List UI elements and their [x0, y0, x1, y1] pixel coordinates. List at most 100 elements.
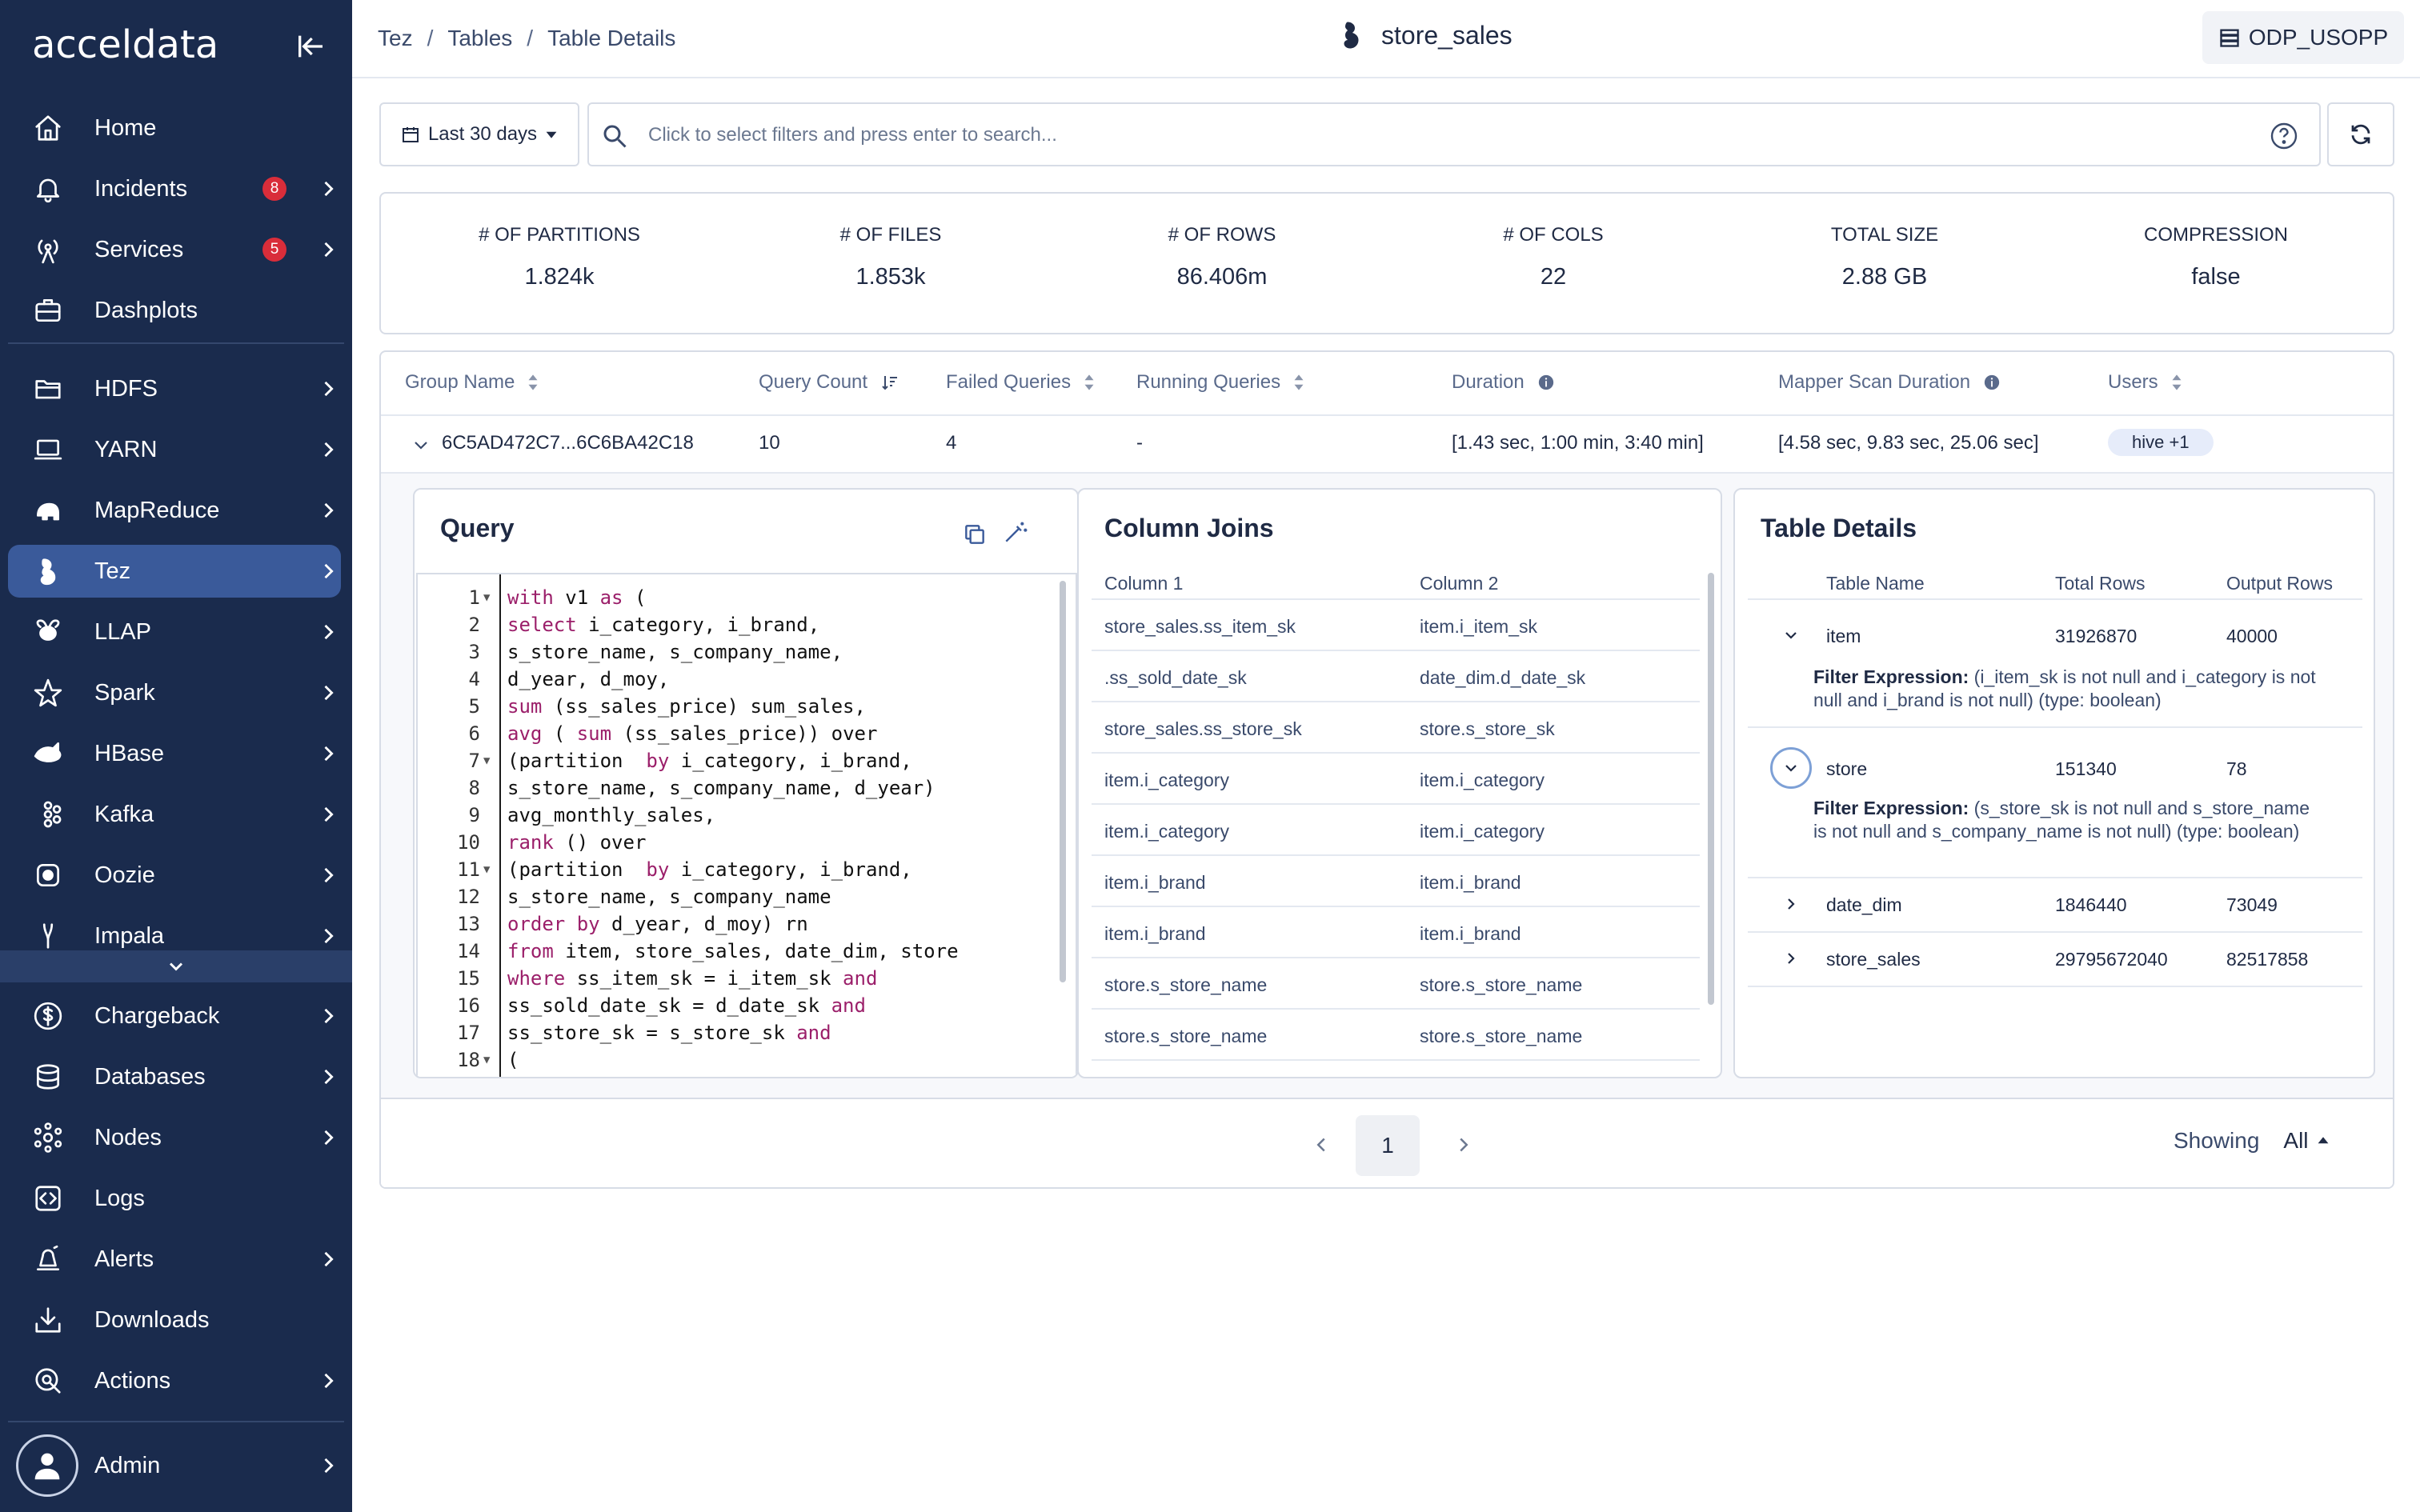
page-size-selector[interactable]: Showing All — [2174, 1128, 2330, 1154]
fold-caret-icon[interactable]: ▼ — [483, 856, 490, 883]
next-page-icon[interactable] — [1452, 1133, 1476, 1157]
sidebar-item-hbase[interactable]: HBase — [8, 727, 341, 780]
sidebar-item-logs[interactable]: Logs — [8, 1172, 341, 1225]
chevron-right-icon[interactable] — [317, 925, 339, 947]
avatar[interactable] — [16, 1434, 78, 1497]
header-failed-queries[interactable]: Failed Queries — [946, 371, 1095, 394]
fold-caret-icon[interactable]: ▼ — [483, 1046, 490, 1074]
breadcrumb-tables[interactable]: Tables — [447, 26, 512, 51]
sidebar-item-nodes[interactable]: Nodes — [8, 1111, 341, 1164]
chevron-right-icon[interactable] — [1781, 949, 1801, 968]
refresh-button[interactable] — [2327, 102, 2394, 166]
group-name-cell[interactable]: 6C5AD472C7...6C6BA42C18 — [442, 432, 694, 454]
info-icon[interactable] — [1537, 374, 1555, 391]
table-row[interactable]: store_sales 29795672040 82517858 — [1748, 933, 2362, 987]
table-row[interactable]: date_dim 1846440 73049 — [1748, 878, 2362, 933]
sidebar-item-label: Logs — [94, 1185, 145, 1211]
chevron-right-icon[interactable] — [317, 1066, 339, 1088]
code-token: by — [646, 750, 670, 772]
header-users[interactable]: Users — [2108, 371, 2182, 394]
header-running-queries[interactable]: Running Queries — [1136, 371, 1304, 394]
sort-icon[interactable] — [1293, 374, 1304, 391]
sidebar-item-llap[interactable]: LLAP — [8, 606, 341, 658]
sidebar-item-alerts[interactable]: Alerts — [8, 1233, 341, 1286]
date-range-dropdown[interactable]: Last 30 days — [379, 102, 579, 166]
sort-icon[interactable] — [2171, 374, 2182, 391]
fold-caret-icon[interactable]: ▼ — [483, 747, 490, 774]
code-line: 18 ▼ ( — [418, 1046, 1074, 1074]
sidebar-item-databases[interactable]: Databases — [8, 1050, 341, 1103]
table-row[interactable]: item 31926870 40000 Filter Expression: (i… — [1748, 600, 2362, 728]
page-size-value[interactable]: All — [2283, 1128, 2329, 1154]
sidebar-item-chargeback[interactable]: Chargeback — [8, 990, 341, 1042]
page-title-text: store_sales — [1381, 20, 1512, 50]
search-input[interactable] — [648, 115, 2169, 155]
sidebar-item-mapreduce[interactable]: MapReduce — [8, 484, 341, 537]
chevron-right-icon[interactable] — [317, 238, 339, 261]
header-query-count[interactable]: Query Count — [759, 371, 899, 394]
chevron-right-icon[interactable] — [317, 1248, 339, 1270]
chevron-right-icon[interactable] — [1781, 894, 1801, 914]
chevron-right-icon[interactable] — [317, 438, 339, 461]
info-icon[interactable] — [1983, 374, 2001, 391]
code-token: (ss_sales_price) sum_sales, — [553, 695, 866, 718]
chevron-down-icon[interactable] — [165, 955, 187, 978]
sidebar-item-downloads[interactable]: Downloads — [8, 1294, 341, 1346]
chevron-right-icon[interactable] — [317, 803, 339, 826]
fold-caret-icon[interactable]: ▼ — [483, 584, 490, 611]
sidebar-item-home[interactable]: Home — [8, 102, 341, 154]
sort-icon[interactable] — [527, 374, 539, 391]
sidebar-item-kafka[interactable]: Kafka — [8, 788, 341, 841]
joins-scrollbar[interactable] — [1708, 573, 1714, 1005]
header-group-name[interactable]: Group Name — [405, 371, 539, 394]
chevron-right-icon[interactable] — [317, 1005, 339, 1027]
sort-icon[interactable] — [1084, 374, 1095, 391]
sidebar-item-dashplots[interactable]: Dashplots — [8, 284, 341, 337]
sidebar-item-spark[interactable]: Spark — [8, 666, 341, 719]
acceldata-logo[interactable]: acceldata — [32, 22, 218, 67]
chevron-right-icon[interactable] — [317, 560, 339, 582]
code-token: ( — [634, 586, 647, 609]
table-stats-panel: # OF PARTITIONS 1.824k # OF FILES 1.853k #… — [379, 192, 2394, 334]
join-column-2: item.i_brand — [1420, 923, 1521, 944]
chevron-right-icon[interactable] — [317, 178, 339, 200]
breadcrumb-tez[interactable]: Tez — [378, 26, 413, 51]
sidebar-item-tez[interactable]: Tez — [8, 545, 341, 598]
chevron-right-icon[interactable] — [317, 378, 339, 400]
chevron-right-icon[interactable] — [317, 742, 339, 765]
current-page-button[interactable]: 1 — [1356, 1115, 1420, 1176]
cluster-selector-button[interactable]: ODP_USOPP — [2202, 11, 2404, 64]
chevron-right-icon[interactable] — [317, 499, 339, 522]
table-row[interactable]: store 151340 78 Filter Expression: (s_sto… — [1748, 728, 2362, 878]
table-row[interactable]: 6C5AD472C7...6C6BA42C18 10 4 - [1.43 sec… — [381, 416, 2393, 474]
code-token: sum — [576, 722, 612, 745]
chevron-right-icon[interactable] — [317, 864, 339, 886]
chevron-right-icon[interactable] — [317, 1370, 339, 1392]
chevron-right-icon[interactable] — [317, 621, 339, 643]
sidebar-item-incidents[interactable]: Incidents 8 — [8, 162, 341, 215]
query-code-editor[interactable]: 1 ▼ with v1 as (2 select i_category, i_bran… — [416, 573, 1077, 1077]
spark-icon — [32, 677, 64, 709]
search-bar[interactable] — [587, 102, 2321, 166]
chevron-right-icon[interactable] — [317, 1454, 339, 1477]
sidebar-item-yarn[interactable]: YARN — [8, 423, 341, 476]
chevron-right-icon[interactable] — [317, 1126, 339, 1149]
collapse-row-button[interactable] — [1770, 747, 1812, 789]
previous-page-icon[interactable] — [1309, 1133, 1333, 1157]
sidebar-item-oozie[interactable]: Oozie — [8, 849, 341, 902]
sort-desc-icon[interactable] — [880, 373, 899, 392]
code-scrollbar[interactable] — [1060, 581, 1066, 982]
impala-icon — [32, 920, 64, 952]
chevron-down-icon[interactable] — [411, 435, 431, 454]
copy-icon[interactable] — [962, 522, 988, 547]
magic-wand-icon[interactable] — [1002, 520, 1028, 546]
stat-label: COMPRESSION — [2143, 224, 2289, 246]
sidebar-item-services[interactable]: Services 5 — [8, 223, 341, 276]
collapse-sidebar-icon[interactable] — [294, 30, 327, 62]
sidebar-item-actions[interactable]: Actions — [8, 1354, 341, 1407]
help-icon[interactable] — [2270, 122, 2298, 150]
chevron-down-icon[interactable] — [1781, 626, 1801, 645]
sidebar-item-hdfs[interactable]: HDFS — [8, 362, 341, 415]
users-badge[interactable]: hive +1 — [2108, 429, 2214, 456]
chevron-right-icon[interactable] — [317, 682, 339, 704]
